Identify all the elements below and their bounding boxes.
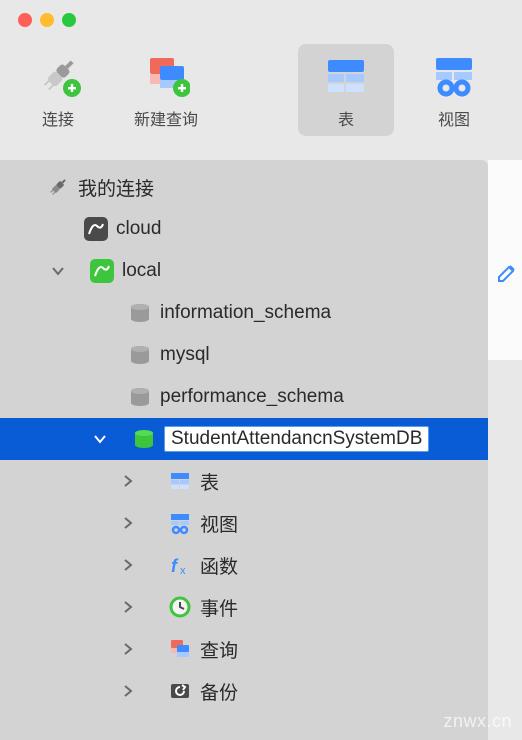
chevron-right-icon[interactable] [118,681,138,701]
views-icon [166,509,194,537]
tree-sub-backups[interactable]: 备份 [0,670,488,712]
maximize-window-button[interactable] [62,13,76,27]
svg-text:x: x [180,565,186,577]
svg-text:f: f [171,556,179,576]
sub-label: 事件 [200,594,238,621]
function-icon: fx [166,551,194,579]
edit-icon[interactable] [496,260,520,284]
database-active-icon [130,425,158,453]
chevron-right-icon[interactable] [118,639,138,659]
db-label: information_schema [160,302,331,324]
tree-db-student-attendance[interactable]: StudentAttendancnSystemDB [0,418,488,460]
tree-sub-queries[interactable]: 查询 [0,628,488,670]
watermark-text: znwx.cn [443,711,512,732]
table-icon [322,52,370,100]
tree-db-information-schema[interactable]: information_schema [0,292,488,334]
mysql-green-icon [88,257,116,285]
chevron-right-icon[interactable] [118,555,138,575]
sidebar-tree: 我的连接 cloud local information_ [0,160,488,740]
chevron-right-icon[interactable] [118,597,138,617]
sub-label: 视图 [200,510,238,537]
tree-local-label: local [122,260,161,282]
clock-icon [166,593,194,621]
tree-cloud-label: cloud [116,218,161,240]
tree-sub-events[interactable]: 事件 [0,586,488,628]
mysql-dark-icon [82,215,110,243]
tree-connection-local[interactable]: local [0,250,488,292]
db-name-edit-field[interactable]: StudentAttendancnSystemDB [164,426,429,452]
tree-root-connections[interactable]: 我的连接 [0,166,488,208]
db-label: mysql [160,344,210,366]
tree-db-performance-schema[interactable]: performance_schema [0,376,488,418]
sub-label: 表 [200,468,219,495]
tree-sub-views[interactable]: 视图 [0,502,488,544]
tables-icon [166,467,194,495]
minimize-window-button[interactable] [40,13,54,27]
database-icon [126,341,154,369]
connect-button[interactable]: 连接 [10,44,106,136]
close-window-button[interactable] [18,13,32,27]
chevron-down-icon[interactable] [90,429,110,449]
window-titlebar [0,0,522,40]
db-label: performance_schema [160,386,344,408]
database-icon [126,383,154,411]
plug-small-icon [44,173,72,201]
new-query-label: 新建查询 [134,106,198,130]
tree-connection-cloud[interactable]: cloud [0,208,488,250]
view-tab[interactable]: 视图 [406,44,502,136]
new-query-icon [142,52,190,100]
sub-label: 查询 [200,636,238,663]
connect-label: 连接 [42,106,74,130]
view-tab-label: 视图 [438,106,470,130]
table-tab-label: 表 [338,106,354,130]
tree-db-mysql[interactable]: mysql [0,334,488,376]
table-tab[interactable]: 表 [298,44,394,136]
sub-label: 备份 [200,678,238,705]
backup-icon [166,677,194,705]
tree-root-label: 我的连接 [78,174,154,201]
main-toolbar: 连接 新建查询 表 [0,40,522,144]
view-icon [430,52,478,100]
query-icon [166,635,194,663]
new-query-button[interactable]: 新建查询 [118,44,214,136]
plug-icon [34,52,82,100]
chevron-right-icon[interactable] [118,513,138,533]
tree-sub-tables[interactable]: 表 [0,460,488,502]
database-icon [126,299,154,327]
tree-sub-functions[interactable]: fx 函数 [0,544,488,586]
sub-label: 函数 [200,552,238,579]
chevron-down-icon[interactable] [48,261,68,281]
chevron-right-icon[interactable] [118,471,138,491]
